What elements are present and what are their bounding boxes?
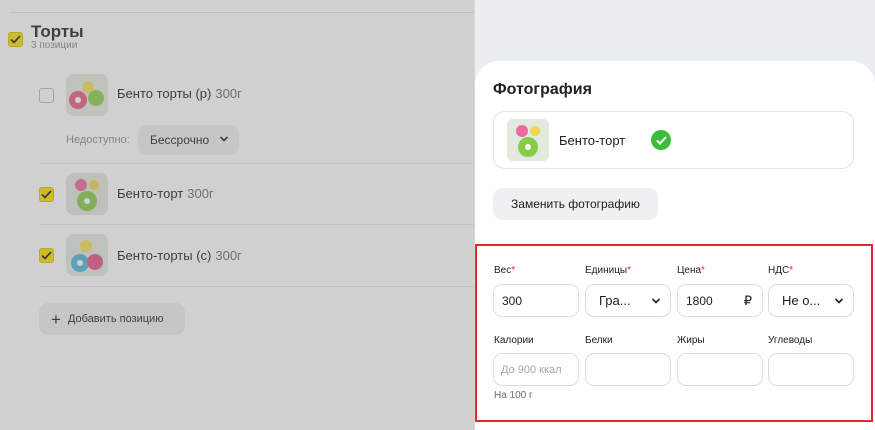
unavailable-select[interactable]: Бессрочно [138,125,239,155]
item-thumbnail[interactable] [66,234,108,276]
photo-thumbnail [507,119,549,161]
divider [40,286,474,287]
item-thumbnail[interactable] [66,74,108,116]
check-circle-icon [651,130,671,150]
category-checkbox[interactable] [8,32,23,47]
photo-preview: Бенто-торт [493,111,854,169]
menu-list: Торты 3 позиции Бенто торты (р) 300г Недо… [0,0,474,430]
item-weight: 300г [187,186,214,201]
category-title: Торты [31,22,84,41]
item-thumbnail[interactable] [66,173,108,215]
item-checkbox[interactable] [39,88,54,103]
item-checkbox[interactable] [39,187,54,202]
item-name: Бенто-торты (с) 300г [117,248,242,263]
divider [10,12,474,13]
highlight-frame [475,244,873,422]
photo-section-title: Фотография [493,81,592,98]
photo-section: Фотография Бенто-торт Заменить фотографи… [475,61,875,240]
category-subtitle: 3 позиции [31,40,78,51]
divider [40,163,474,164]
item-name: Бенто-торт 300г [117,186,214,201]
add-item-button[interactable]: + Добавить позицию [39,303,185,335]
unavailable-label: Недоступно: [66,134,130,146]
plus-icon: + [51,309,61,329]
item-weight: 300г [215,86,242,101]
chevron-down-icon [219,136,229,142]
photo-file-name: Бенто-торт [559,133,626,148]
item-weight: 300г [215,248,242,263]
divider [40,224,474,225]
item-name: Бенто торты (р) 300г [117,86,242,101]
item-checkbox[interactable] [39,248,54,263]
unavailable-value: Бессрочно [150,133,210,147]
edit-item-panel: Фотография Бенто-торт Заменить фотографи… [474,0,875,430]
add-item-label: Добавить позицию [67,313,164,325]
replace-photo-button[interactable]: Заменить фотографию [493,188,658,220]
